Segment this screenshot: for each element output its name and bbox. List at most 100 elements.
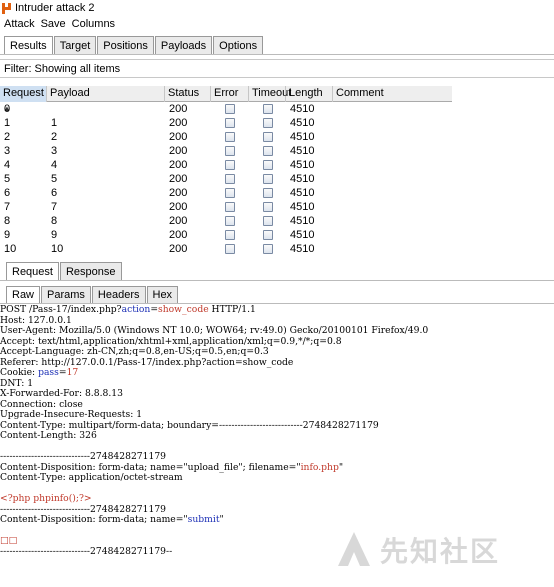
cell-status: 200 <box>169 103 188 115</box>
tab-request[interactable]: Request <box>6 262 59 280</box>
timeout-checkbox[interactable] <box>263 230 273 240</box>
filter-bar[interactable]: Filter: Showing all items <box>0 59 554 78</box>
request-text: Cookie: <box>0 367 39 378</box>
cell-payload: 4 <box>51 159 58 171</box>
attack-tabs: Results Target Positions Payloads Option… <box>4 36 264 55</box>
cell-request: 1 <box>4 117 11 129</box>
error-checkbox[interactable] <box>225 174 235 184</box>
timeout-checkbox[interactable] <box>263 174 273 184</box>
error-checkbox[interactable] <box>225 230 235 240</box>
tab-target[interactable]: Target <box>53 36 97 55</box>
request-text: Content-Disposition: form-data; name=" <box>0 514 188 525</box>
cell-request: 2 <box>4 131 11 143</box>
table-row[interactable]: 2 2 200 4510 <box>0 130 452 144</box>
tab-response[interactable]: Response <box>59 262 122 280</box>
request-text: " <box>219 514 224 525</box>
table-row[interactable]: 9 9 200 4510 <box>0 228 452 242</box>
error-checkbox[interactable] <box>225 188 235 198</box>
request-text: show_code <box>158 304 209 315</box>
timeout-checkbox[interactable] <box>263 202 273 212</box>
cell-status: 200 <box>169 117 188 129</box>
table-row[interactable]: 5 5 200 4510 <box>0 172 452 186</box>
tab-params[interactable]: Params <box>41 286 91 303</box>
timeout-checkbox[interactable] <box>263 118 273 128</box>
menu-bar: Attack Save Columns <box>0 16 554 31</box>
table-row[interactable]: 6 6 200 4510 <box>0 186 452 200</box>
cell-length: 4510 <box>290 215 315 227</box>
request-line: X-Forwarded-For: 8.8.8.13 <box>0 388 554 400</box>
table-row[interactable]: 1 1 200 4510 <box>0 116 452 130</box>
timeout-checkbox[interactable] <box>263 244 273 254</box>
request-text: pass <box>38 367 59 378</box>
table-row[interactable]: 10 10 200 4510 <box>0 242 452 256</box>
cell-status: 200 <box>169 131 188 143</box>
request-text: info.php <box>300 461 339 473</box>
menu-columns[interactable]: Columns <box>72 18 115 30</box>
request-text: " <box>338 461 344 473</box>
window-titlebar: Intruder attack 2 <box>0 0 554 16</box>
cell-request: 6 <box>4 187 11 199</box>
request-text: User-Agent: Mozilla/5.0 (Windows NT 10.0… <box>0 325 429 336</box>
table-row[interactable]: 4 4 200 4510 <box>0 158 452 172</box>
cell-status: 200 <box>169 243 188 255</box>
timeout-checkbox[interactable] <box>263 146 273 156</box>
cell-status: 200 <box>169 187 188 199</box>
tab-hex[interactable]: Hex <box>146 286 179 303</box>
request-text: Accept-Language: zh-CN,zh;q=0.8,en-US;q=… <box>0 346 269 357</box>
error-checkbox[interactable] <box>225 202 235 212</box>
column-header-status[interactable]: Status <box>165 86 211 102</box>
error-checkbox[interactable] <box>225 132 235 142</box>
column-header-error[interactable]: Error <box>211 86 249 102</box>
column-header-comment[interactable]: Comment <box>333 86 452 102</box>
error-checkbox[interactable] <box>225 104 235 114</box>
request-text: Content-Type: multipart/form-data; bound… <box>0 419 379 431</box>
request-text: X-Forwarded-For: 8.8.8.13 <box>0 388 123 399</box>
tab-options[interactable]: Options <box>213 36 264 55</box>
cell-payload: 8 <box>51 215 58 227</box>
cell-request: 10 <box>4 243 17 255</box>
request-text: -----------------------------27484282711… <box>0 545 173 557</box>
cell-length: 4510 <box>290 187 315 199</box>
column-header-request[interactable]: Request ▲ <box>0 86 47 113</box>
request-text: = <box>58 367 67 378</box>
column-header-length[interactable]: Length <box>286 86 333 102</box>
menu-save[interactable]: Save <box>41 18 66 30</box>
watermark-logo-icon <box>334 530 374 570</box>
request-text: action <box>121 304 151 315</box>
tab-payloads[interactable]: Payloads <box>154 36 213 55</box>
timeout-checkbox[interactable] <box>263 160 273 170</box>
cell-status: 200 <box>169 159 188 171</box>
tab-positions[interactable]: Positions <box>97 36 154 55</box>
table-row[interactable]: 3 3 200 4510 <box>0 144 452 158</box>
menu-attack[interactable]: Attack <box>4 18 35 30</box>
cell-length: 4510 <box>290 173 315 185</box>
error-checkbox[interactable] <box>225 118 235 128</box>
watermark-text: 先知社区 <box>380 535 501 568</box>
tab-headers[interactable]: Headers <box>91 286 146 303</box>
tab-raw[interactable]: Raw <box>6 286 41 303</box>
error-checkbox[interactable] <box>225 244 235 254</box>
view-tabs: Raw Params Headers Hex <box>6 286 179 303</box>
column-header-payload[interactable]: Payload <box>47 86 165 102</box>
cell-status: 200 <box>169 229 188 241</box>
request-text: Accept: text/html,application/xhtml+xml,… <box>0 335 342 347</box>
timeout-checkbox[interactable] <box>263 132 273 142</box>
cell-payload: 10 <box>51 243 64 255</box>
cell-length: 4510 <box>290 243 315 255</box>
timeout-checkbox[interactable] <box>263 188 273 198</box>
error-checkbox[interactable] <box>225 146 235 156</box>
timeout-checkbox[interactable] <box>263 104 273 114</box>
cell-request: 9 <box>4 229 11 241</box>
table-row[interactable]: 8 8 200 4510 <box>0 214 452 228</box>
tab-results[interactable]: Results <box>4 36 53 55</box>
error-checkbox[interactable] <box>225 216 235 226</box>
cell-length: 4510 <box>290 201 315 213</box>
timeout-checkbox[interactable] <box>263 216 273 226</box>
request-line: Content-Disposition: form-data; name="su… <box>0 514 554 526</box>
watermark: 先知社区 <box>334 527 534 573</box>
column-header-timeout[interactable]: Timeout <box>249 86 291 102</box>
table-row[interactable]: 7 7 200 4510 <box>0 200 452 214</box>
table-row[interactable]: 0 200 4510 <box>0 102 452 116</box>
message-tabs: Request Response <box>6 262 123 280</box>
error-checkbox[interactable] <box>225 160 235 170</box>
